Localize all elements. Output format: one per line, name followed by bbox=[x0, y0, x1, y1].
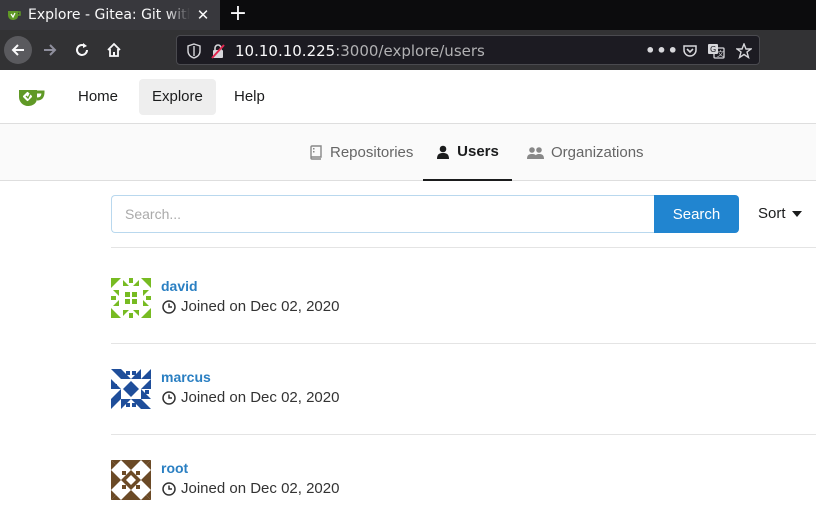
username-link[interactable]: root bbox=[161, 460, 188, 476]
joined-date-text: Joined on Dec 02, 2020 bbox=[181, 298, 340, 315]
explore-tabs: Repositories Users Organizations bbox=[0, 124, 816, 181]
person-icon bbox=[437, 145, 450, 159]
username-link[interactable]: marcus bbox=[161, 369, 211, 385]
url-path: :3000/explore/users bbox=[335, 42, 485, 60]
sort-dropdown[interactable]: Sort bbox=[758, 205, 802, 222]
browser-toolbar: 10.10.10.225:3000/explore/users ••• G文 bbox=[0, 30, 816, 70]
tab-organizations-label: Organizations bbox=[551, 144, 644, 161]
user-list-item: root Joined on Dec 02, 2020 bbox=[111, 460, 816, 502]
user-list-item: marcus Joined on Dec 02, 2020 bbox=[111, 369, 816, 411]
address-bar[interactable]: 10.10.10.225:3000/explore/users ••• G文 bbox=[176, 35, 760, 65]
svg-text:文: 文 bbox=[717, 49, 724, 58]
back-arrow-icon bbox=[11, 44, 24, 56]
reload-icon bbox=[76, 43, 88, 56]
browser-tab-bar: Explore - Gitea: Git with a cup of tea ✕… bbox=[0, 0, 816, 30]
reload-button[interactable] bbox=[68, 36, 96, 64]
back-button[interactable] bbox=[4, 36, 32, 64]
tracking-shield-icon[interactable] bbox=[185, 42, 203, 60]
translate-icon[interactable]: G文 bbox=[707, 42, 725, 60]
browser-tab[interactable]: Explore - Gitea: Git with a cup of tea ✕ bbox=[0, 0, 220, 30]
search-input[interactable] bbox=[111, 195, 655, 233]
avatar-david[interactable] bbox=[111, 278, 151, 318]
joined-date-text: Joined on Dec 02, 2020 bbox=[181, 389, 340, 406]
divider bbox=[111, 343, 816, 344]
new-tab-icon[interactable]: + bbox=[226, 2, 250, 28]
gitea-favicon-icon bbox=[6, 7, 22, 23]
divider bbox=[111, 434, 816, 435]
joined-date-text: Joined on Dec 02, 2020 bbox=[181, 480, 340, 497]
avatar-marcus[interactable] bbox=[111, 369, 151, 409]
gitea-header: Home Explore Help bbox=[0, 70, 816, 124]
page-actions-icon[interactable]: ••• bbox=[645, 42, 678, 60]
organization-icon bbox=[527, 146, 544, 159]
joined-date: Joined on Dec 02, 2020 bbox=[162, 389, 339, 406]
nav-home[interactable]: Home bbox=[65, 79, 131, 115]
repo-icon bbox=[310, 144, 322, 160]
search-button[interactable]: Search bbox=[654, 195, 739, 233]
forward-arrow-icon bbox=[44, 44, 57, 56]
user-list-item: david Joined on Dec 02, 2020 bbox=[111, 278, 816, 320]
svg-text:G: G bbox=[710, 45, 716, 54]
clock-icon bbox=[162, 299, 176, 314]
tab-users[interactable]: Users bbox=[423, 124, 512, 181]
home-icon bbox=[107, 42, 121, 57]
insecure-lock-icon[interactable] bbox=[209, 42, 227, 60]
close-tab-icon[interactable]: ✕ bbox=[194, 6, 212, 24]
joined-date: Joined on Dec 02, 2020 bbox=[162, 480, 339, 497]
caret-down-icon bbox=[791, 210, 802, 217]
sort-label: Sort bbox=[758, 205, 786, 222]
forward-button[interactable] bbox=[36, 36, 64, 64]
tab-users-label: Users bbox=[457, 143, 499, 160]
avatar-root[interactable] bbox=[111, 460, 151, 500]
nav-help[interactable]: Help bbox=[221, 79, 278, 115]
url-text: 10.10.10.225:3000/explore/users bbox=[235, 42, 485, 60]
gitea-logo-icon[interactable] bbox=[16, 87, 46, 111]
tab-repositories[interactable]: Repositories bbox=[309, 124, 413, 181]
divider bbox=[111, 247, 816, 248]
pocket-icon[interactable] bbox=[681, 42, 699, 60]
username-link[interactable]: david bbox=[161, 278, 198, 294]
browser-tab-title: Explore - Gitea: Git with a cup of tea bbox=[28, 7, 190, 23]
joined-date: Joined on Dec 02, 2020 bbox=[162, 298, 339, 315]
clock-icon bbox=[162, 390, 176, 405]
nav-explore[interactable]: Explore bbox=[139, 79, 216, 115]
bookmark-star-icon[interactable] bbox=[735, 42, 753, 60]
tab-organizations[interactable]: Organizations bbox=[527, 124, 644, 181]
tab-repositories-label: Repositories bbox=[330, 144, 414, 161]
url-host: 10.10.10.225 bbox=[235, 42, 336, 60]
clock-icon bbox=[162, 481, 176, 496]
home-button[interactable] bbox=[100, 36, 128, 64]
